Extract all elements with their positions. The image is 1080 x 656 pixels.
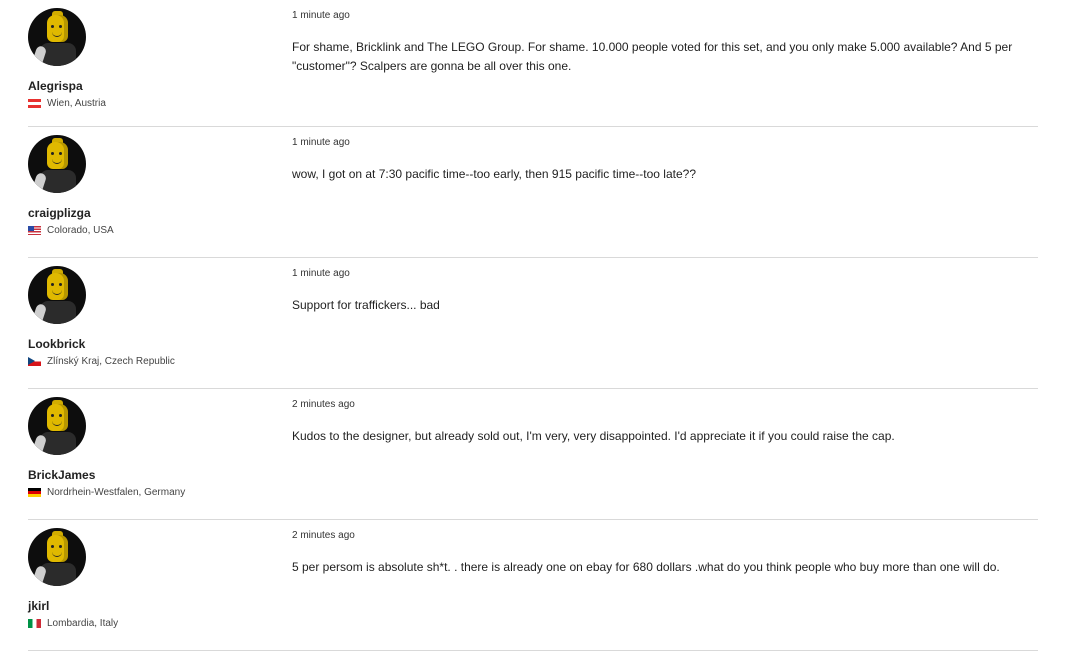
comment-timestamp: 2 minutes ago (292, 530, 355, 541)
comment-item: jkirl Lombardia, Italy 2 minutes ago 5 p… (28, 520, 1038, 651)
comment-list: Alegrispa Wien, Austria 1 minute ago For… (28, 0, 1038, 651)
location-text: Colorado, USA (47, 225, 114, 236)
location-text: Wien, Austria (47, 98, 106, 109)
avatar[interactable] (28, 8, 86, 66)
username[interactable]: craigplizga (28, 206, 91, 220)
italy-flag-icon (28, 619, 41, 628)
username[interactable]: Alegrispa (28, 79, 83, 93)
username[interactable]: BrickJames (28, 468, 95, 482)
avatar[interactable] (28, 397, 86, 455)
user-location: Nordrhein-Westfalen, Germany (28, 487, 185, 498)
user-location: Zlínský Kraj, Czech Republic (28, 356, 175, 367)
comment-text: Support for traffickers... bad (292, 298, 440, 312)
user-location: Lombardia, Italy (28, 618, 118, 629)
austria-flag-icon (28, 99, 41, 108)
comment-timestamp: 1 minute ago (292, 10, 350, 21)
location-text: Lombardia, Italy (47, 618, 119, 629)
comment-text: 5 per persom is absolute sh*t. . there i… (292, 560, 1000, 574)
comment-item: Lookbrick Zlínský Kraj, Czech Republic 1… (28, 258, 1038, 389)
user-location: Colorado, USA (28, 225, 114, 236)
comment-text: wow, I got on at 7:30 pacific time--too … (292, 167, 696, 181)
germany-flag-icon (28, 488, 41, 497)
username[interactable]: jkirl (28, 599, 49, 613)
location-text: Zlínský Kraj, Czech Republic (47, 356, 175, 367)
usa-flag-icon (28, 226, 41, 235)
comment-timestamp: 1 minute ago (292, 268, 350, 279)
comment-timestamp: 1 minute ago (292, 137, 350, 148)
avatar[interactable] (28, 266, 86, 324)
comment-item: BrickJames Nordrhein-Westfalen, Germany … (28, 389, 1038, 520)
czech-republic-flag-icon (28, 357, 41, 366)
comment-timestamp: 2 minutes ago (292, 399, 355, 410)
user-location: Wien, Austria (28, 98, 106, 109)
username[interactable]: Lookbrick (28, 337, 85, 351)
avatar[interactable] (28, 135, 86, 193)
comment-text: Kudos to the designer, but already sold … (292, 429, 895, 443)
avatar[interactable] (28, 528, 86, 586)
comment-item: Alegrispa Wien, Austria 1 minute ago For… (28, 0, 1038, 127)
comment-text: For shame, Bricklink and The LEGO Group.… (292, 40, 1013, 73)
location-text: Nordrhein-Westfalen, Germany (47, 487, 186, 498)
comment-item: craigplizga Colorado, USA 1 minute ago w… (28, 127, 1038, 258)
